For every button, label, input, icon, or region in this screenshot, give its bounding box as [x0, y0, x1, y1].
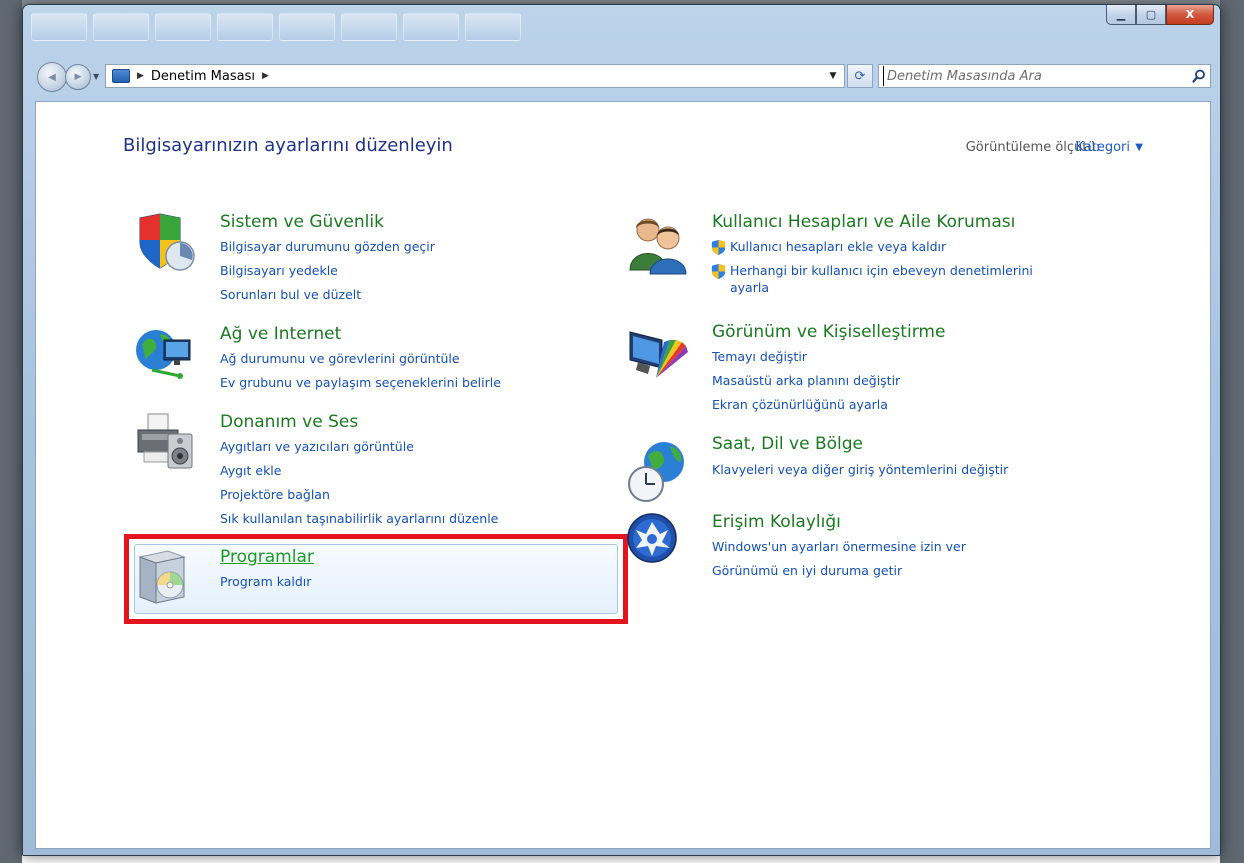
desktop-background-left [0, 0, 22, 863]
link-add-remove-accounts-label: Kullanıcı hesapları ekle veya kaldır [730, 239, 947, 254]
programs-box-icon [134, 547, 198, 611]
uac-shield-icon [711, 240, 726, 255]
category-title-hardware-sound[interactable]: Donanım ve Ses [220, 412, 600, 432]
link-optimize-display[interactable]: Görünümü en iyi duruma getir [712, 559, 1092, 583]
breadcrumb-separator-icon[interactable]: ▶ [137, 71, 144, 81]
category-title-ease-of-access[interactable]: Erişim Kolaylığı [712, 512, 1092, 532]
category-title-network-internet[interactable]: Ağ ve Internet [220, 324, 600, 344]
search-input[interactable] [883, 66, 1188, 86]
category-title-system-security[interactable]: Sistem ve Güvenlik [220, 212, 600, 232]
link-mobility-settings[interactable]: Sık kullanılan taşınabilirlik ayarlarını… [220, 507, 600, 531]
link-review-status[interactable]: Bilgisayar durumunu gözden geçir [220, 235, 600, 259]
navigation-bar: ◀ ▶ ▼ ▶ Denetim Masası ▶ ▼ ⟳ [35, 60, 1211, 94]
link-parental-controls[interactable]: Herhangi bir kullanıcı için ebeveyn dene… [711, 259, 1092, 283]
users-icon [626, 212, 690, 276]
chevron-down-icon[interactable]: ▼ [1135, 142, 1143, 153]
link-network-status[interactable]: Ağ durumunu ve görevlerini görüntüle [220, 347, 600, 371]
monitor-palette-icon [626, 322, 690, 386]
titlebar-ghost [279, 13, 335, 41]
titlebar-ghost [341, 13, 397, 41]
page-title: Bilgisayarınızın ayarlarını düzenleyin [123, 135, 453, 156]
link-connect-projector[interactable]: Projektöre bağlan [220, 483, 600, 507]
breadcrumb-separator-icon[interactable]: ▶ [262, 71, 269, 81]
control-panel-icon [112, 69, 130, 83]
category-title-appearance[interactable]: Görünüm ve Kişiselleştirme [712, 322, 1092, 342]
caption-buttons: ▁ ▢ X [1106, 5, 1214, 25]
content-pane: Bilgisayarınızın ayarlarını düzenleyin G… [35, 101, 1211, 849]
titlebar-ghost [217, 13, 273, 41]
category-title-user-accounts[interactable]: Kullanıcı Hesapları ve Aile Koruması [712, 212, 1092, 232]
search-icon[interactable] [1188, 65, 1210, 87]
recent-pages-dropdown[interactable]: ▼ [93, 72, 99, 81]
link-add-device[interactable]: Aygıt ekle [220, 459, 600, 483]
printer-speaker-icon [134, 412, 198, 476]
link-change-background[interactable]: Masaüstü arka planını değiştir [712, 369, 1092, 393]
forward-button[interactable]: ▶ [65, 64, 91, 90]
titlebar-ghost [465, 13, 521, 41]
titlebar-ghost [31, 13, 87, 41]
uac-shield-icon [711, 264, 726, 279]
link-change-theme[interactable]: Temayı değiştir [712, 345, 1092, 369]
search-box[interactable] [878, 64, 1211, 88]
link-parental-controls-label: Herhangi bir kullanıcı için ebeveyn dene… [730, 263, 1033, 278]
category-title-clock-language[interactable]: Saat, Dil ve Bölge [712, 434, 1092, 454]
link-backup[interactable]: Bilgisayarı yedekle [220, 259, 600, 283]
link-view-devices[interactable]: Aygıtları ve yazıcıları görüntüle [220, 435, 600, 459]
refresh-icon: ⟳ [854, 68, 866, 84]
link-change-keyboards[interactable]: Klavyeleri veya diğer giriş yöntemlerini… [712, 458, 1092, 482]
titlebar-ghost [403, 13, 459, 41]
view-by-dropdown[interactable]: Kategori [1075, 140, 1130, 155]
ease-of-access-icon [626, 512, 690, 576]
link-windows-suggest-settings[interactable]: Windows'un ayarları önermesine izin ver [712, 535, 1092, 559]
network-globe-icon [134, 324, 198, 388]
category-title-programs[interactable]: Programlar [220, 547, 600, 567]
control-panel-window: ▁ ▢ X ◀ ▶ ▼ ▶ Denetim Masası ▶ ▼ ⟳ Denet… [22, 4, 1221, 856]
titlebar-background [31, 13, 521, 41]
forward-arrow-icon: ▶ [74, 72, 82, 82]
desktop-background-right [1220, 0, 1244, 863]
breadcrumb-control-panel[interactable]: Denetim Masası [151, 69, 255, 84]
shield-icon [134, 212, 198, 276]
maximize-button[interactable]: ▢ [1136, 5, 1166, 25]
address-bar[interactable]: ▶ Denetim Masası ▶ ▼ [105, 64, 845, 88]
titlebar-ghost [93, 13, 149, 41]
minimize-button[interactable]: ▁ [1106, 5, 1136, 25]
link-screen-resolution[interactable]: Ekran çözünürlüğünü ayarla [712, 393, 1092, 417]
link-homegroup[interactable]: Ev grubunu ve paylaşım seçeneklerini bel… [220, 371, 600, 395]
back-arrow-icon: ◀ [48, 71, 56, 83]
back-button[interactable]: ◀ [37, 62, 67, 92]
close-button[interactable]: X [1166, 5, 1214, 25]
titlebar-ghost [155, 13, 211, 41]
clock-globe-icon [626, 440, 690, 504]
link-uninstall-program[interactable]: Program kaldır [220, 570, 600, 594]
refresh-button[interactable]: ⟳ [847, 64, 873, 88]
link-troubleshoot[interactable]: Sorunları bul ve düzelt [220, 283, 600, 307]
address-dropdown-button[interactable]: ▼ [824, 65, 842, 87]
link-add-remove-accounts[interactable]: Kullanıcı hesapları ekle veya kaldır [711, 235, 1092, 259]
